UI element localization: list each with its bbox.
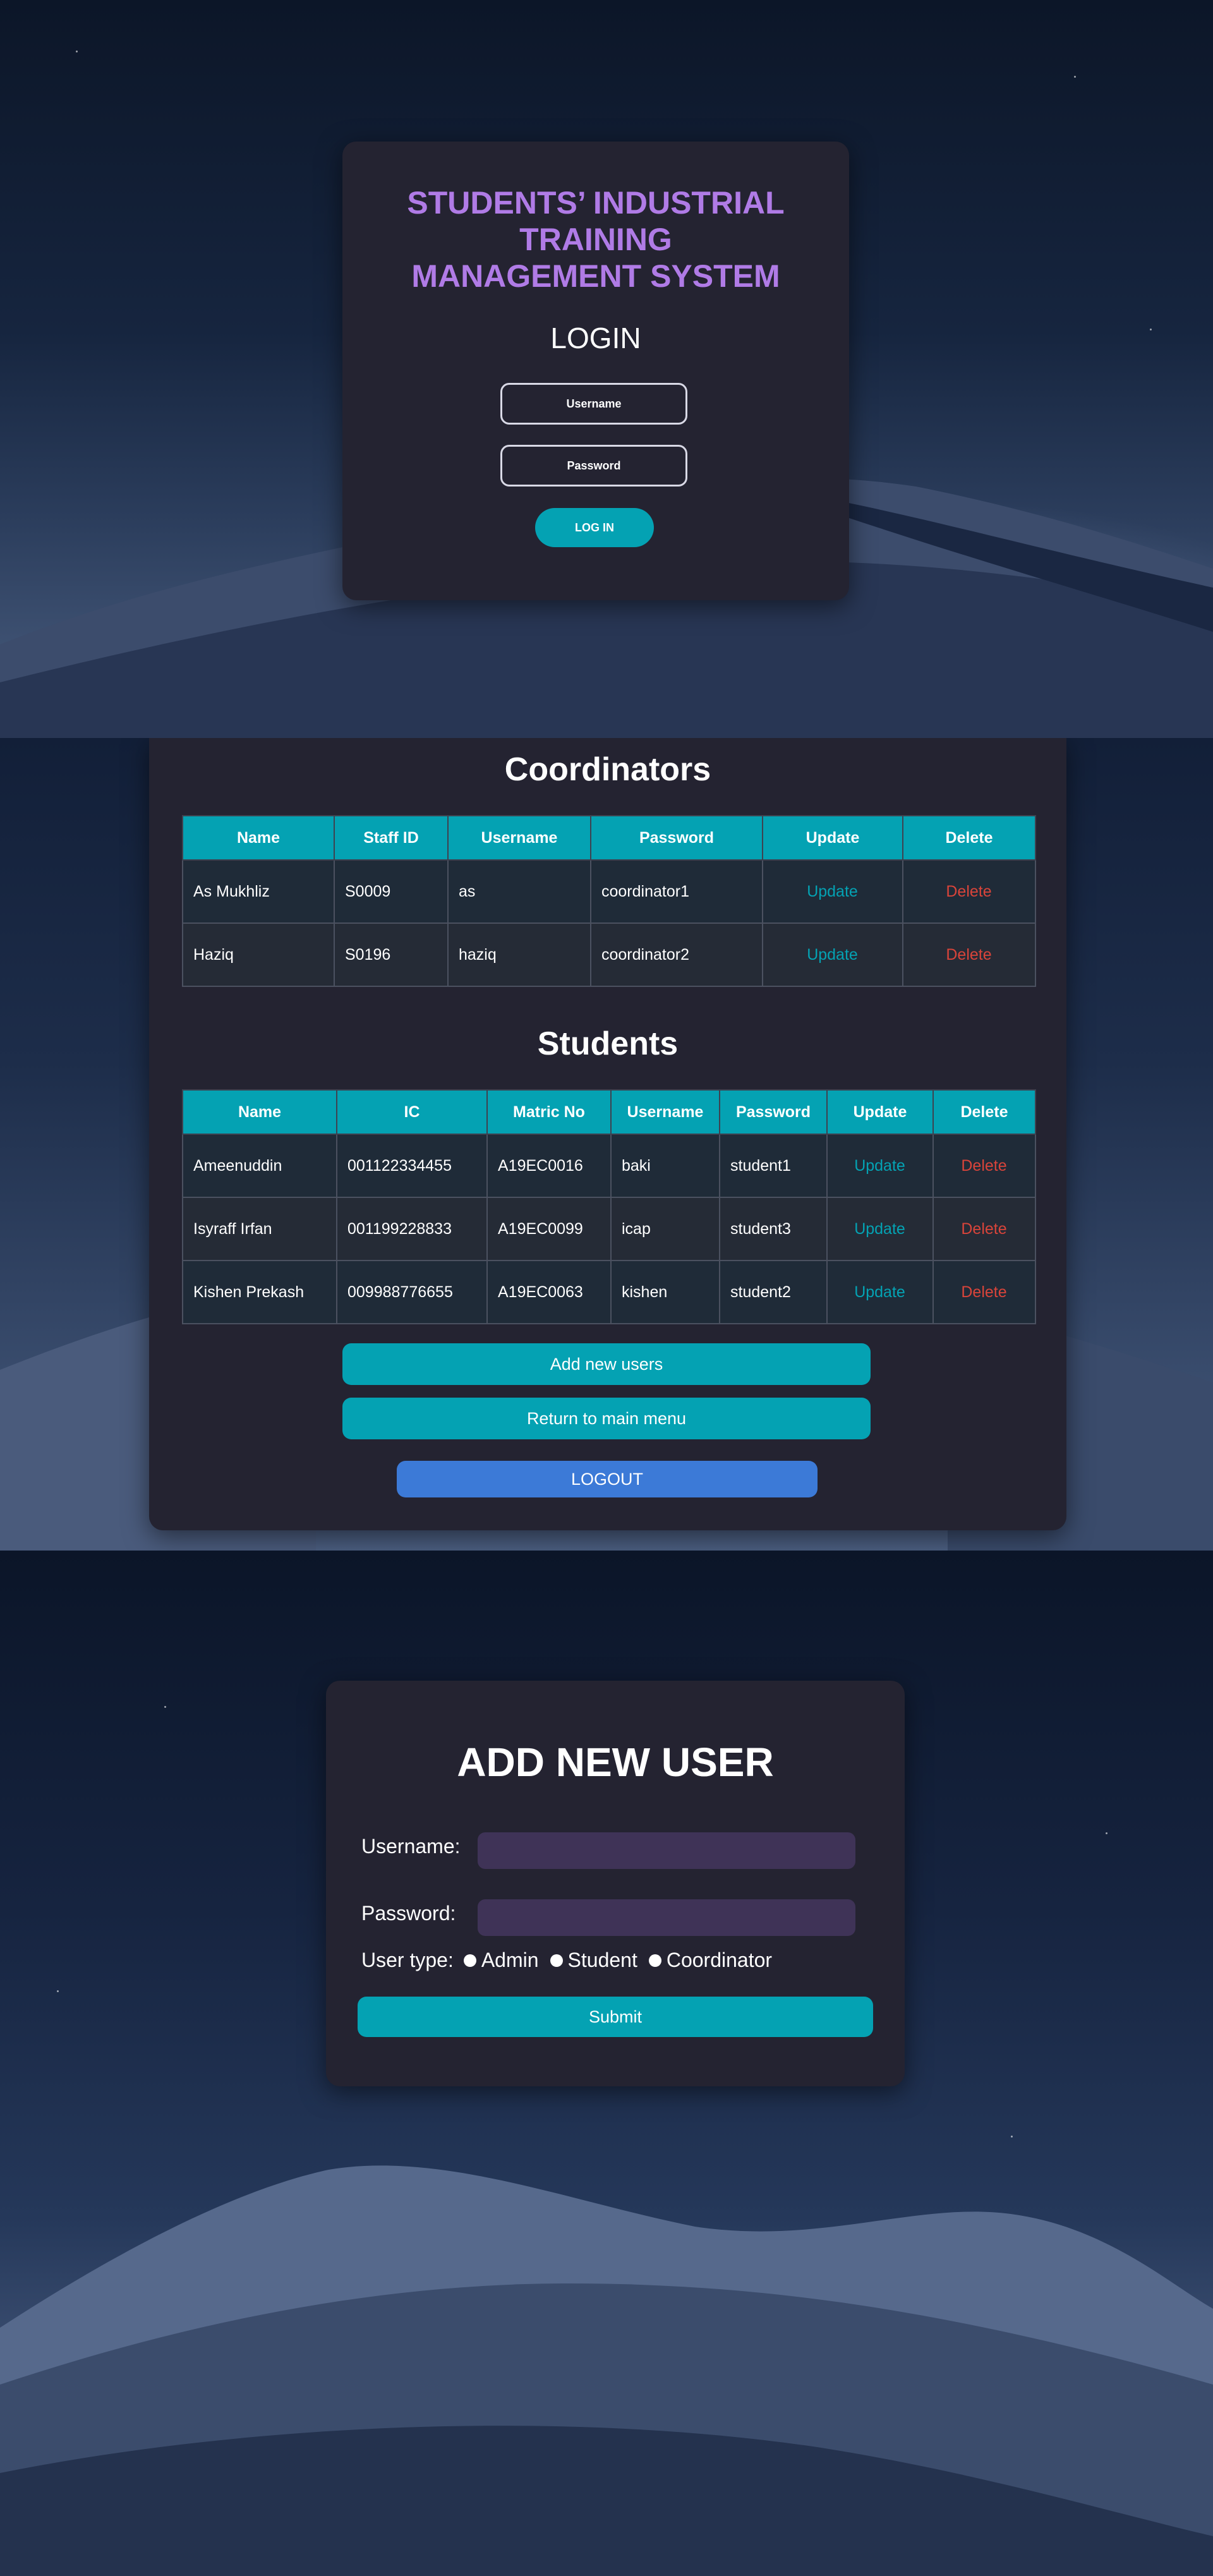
star (1106, 1832, 1107, 1834)
add-user-screen: ADD NEW USER Username: Password: User ty… (0, 1551, 1213, 2576)
delete-link[interactable]: Delete (932, 1260, 1036, 1324)
update-link[interactable]: Update (762, 859, 903, 924)
login-card: STUDENTS’ INDUSTRIAL TRAINING MANAGEMENT… (342, 142, 849, 600)
table-row: Haziq S0196 haziq coordinator2 Update De… (182, 922, 1036, 987)
cell-ic: 001122334455 (336, 1134, 488, 1198)
cell-password: coordinator2 (590, 922, 763, 987)
coordinators-table: Name Staff ID Username Password Update D… (182, 815, 1036, 987)
table-header-row: Name IC Matric No Username Password Upda… (182, 1089, 1036, 1135)
update-link[interactable]: Update (762, 922, 903, 987)
star (57, 1990, 59, 1992)
column-header: Matric No (486, 1089, 612, 1135)
students-heading: Students (537, 1025, 679, 1062)
cell-ic: 001199228833 (336, 1197, 488, 1261)
update-link[interactable]: Update (826, 1134, 934, 1198)
app-title: STUDENTS’ INDUSTRIAL TRAINING MANAGEMENT… (407, 185, 785, 294)
cell-ic: 009988776655 (336, 1260, 488, 1324)
cell-matric: A19EC0063 (486, 1260, 612, 1324)
cell-matric: A19EC0099 (486, 1197, 612, 1261)
password-input[interactable] (500, 445, 687, 487)
star (1150, 329, 1152, 330)
column-header: Name (182, 1089, 337, 1135)
star (1074, 76, 1076, 78)
return-main-menu-button[interactable]: Return to main menu (342, 1398, 871, 1439)
cell-staff-id: S0009 (334, 859, 449, 924)
coordinators-heading: Coordinators (504, 751, 711, 788)
cell-password: student2 (719, 1260, 828, 1324)
cell-password: coordinator1 (590, 859, 763, 924)
radio-student-label: Student (567, 1949, 637, 1971)
column-header: Username (447, 815, 591, 861)
username-label: Username: (361, 1835, 461, 1858)
radio-admin-label: Admin (481, 1949, 539, 1971)
students-table: Name IC Matric No Username Password Upda… (182, 1089, 1036, 1324)
new-password-input[interactable] (478, 1899, 855, 1936)
add-user-card: ADD NEW USER Username: Password: User ty… (326, 1681, 905, 2086)
add-user-title: ADD NEW USER (457, 1739, 774, 1785)
login-button[interactable]: LOG IN (535, 508, 654, 547)
cell-matric: A19EC0016 (486, 1134, 612, 1198)
submit-button[interactable]: Submit (358, 1997, 873, 2037)
table-row: Kishen Prekash 009988776655 A19EC0063 ki… (182, 1260, 1036, 1324)
column-header: Password (590, 815, 763, 861)
cell-name: Kishen Prekash (182, 1260, 337, 1324)
cell-username: kishen (610, 1260, 720, 1324)
delete-link[interactable]: Delete (902, 922, 1036, 987)
delete-link[interactable]: Delete (932, 1134, 1036, 1198)
delete-link[interactable]: Delete (902, 859, 1036, 924)
username-input[interactable] (500, 383, 687, 425)
column-header: IC (336, 1089, 488, 1135)
radio-student[interactable] (550, 1954, 563, 1967)
cell-password: student1 (719, 1134, 828, 1198)
column-header: Delete (902, 815, 1036, 861)
dune-silhouette (0, 2165, 1213, 2576)
login-heading: LOGIN (550, 322, 641, 354)
radio-coordinator-label: Coordinator (666, 1949, 773, 1971)
star (1011, 2136, 1013, 2138)
table-header-row: Name Staff ID Username Password Update D… (182, 815, 1036, 861)
update-link[interactable]: Update (826, 1197, 934, 1261)
star (76, 51, 78, 52)
cell-name: Haziq (182, 922, 335, 987)
column-header: Name (182, 815, 335, 861)
cell-name: Ameenuddin (182, 1134, 337, 1198)
table-row: Isyraff Irfan 001199228833 A19EC0099 ica… (182, 1197, 1036, 1261)
column-header: Password (719, 1089, 828, 1135)
user-management-screen: Coordinators Name Staff ID Username Pass… (0, 738, 1213, 1551)
column-header: Delete (932, 1089, 1036, 1135)
column-header: Update (826, 1089, 934, 1135)
cell-username: haziq (447, 922, 591, 987)
user-type-label: User type: (361, 1949, 454, 1971)
cell-username: icap (610, 1197, 720, 1261)
radio-coordinator[interactable] (648, 1954, 661, 1967)
delete-link[interactable]: Delete (932, 1197, 1036, 1261)
column-header: Staff ID (334, 815, 449, 861)
password-label: Password: (361, 1902, 456, 1925)
user-type-row: User type: Admin Student Coordinator (361, 1949, 772, 1972)
column-header: Username (610, 1089, 720, 1135)
table-row: As Mukhliz S0009 as coordinator1 Update … (182, 859, 1036, 924)
cell-staff-id: S0196 (334, 922, 449, 987)
add-new-users-button[interactable]: Add new users (342, 1343, 871, 1385)
table-row: Ameenuddin 001122334455 A19EC0016 baki s… (182, 1134, 1036, 1198)
login-screen: STUDENTS’ INDUSTRIAL TRAINING MANAGEMENT… (0, 0, 1213, 738)
update-link[interactable]: Update (826, 1260, 934, 1324)
new-username-input[interactable] (478, 1832, 855, 1869)
logout-button[interactable]: LOGOUT (397, 1461, 818, 1497)
column-header: Update (762, 815, 903, 861)
cell-name: Isyraff Irfan (182, 1197, 337, 1261)
cell-name: As Mukhliz (182, 859, 335, 924)
cell-username: as (447, 859, 591, 924)
cell-password: student3 (719, 1197, 828, 1261)
cell-username: baki (610, 1134, 720, 1198)
tables-card: Coordinators Name Staff ID Username Pass… (149, 738, 1066, 1530)
radio-admin[interactable] (463, 1954, 476, 1967)
star (164, 1706, 166, 1708)
